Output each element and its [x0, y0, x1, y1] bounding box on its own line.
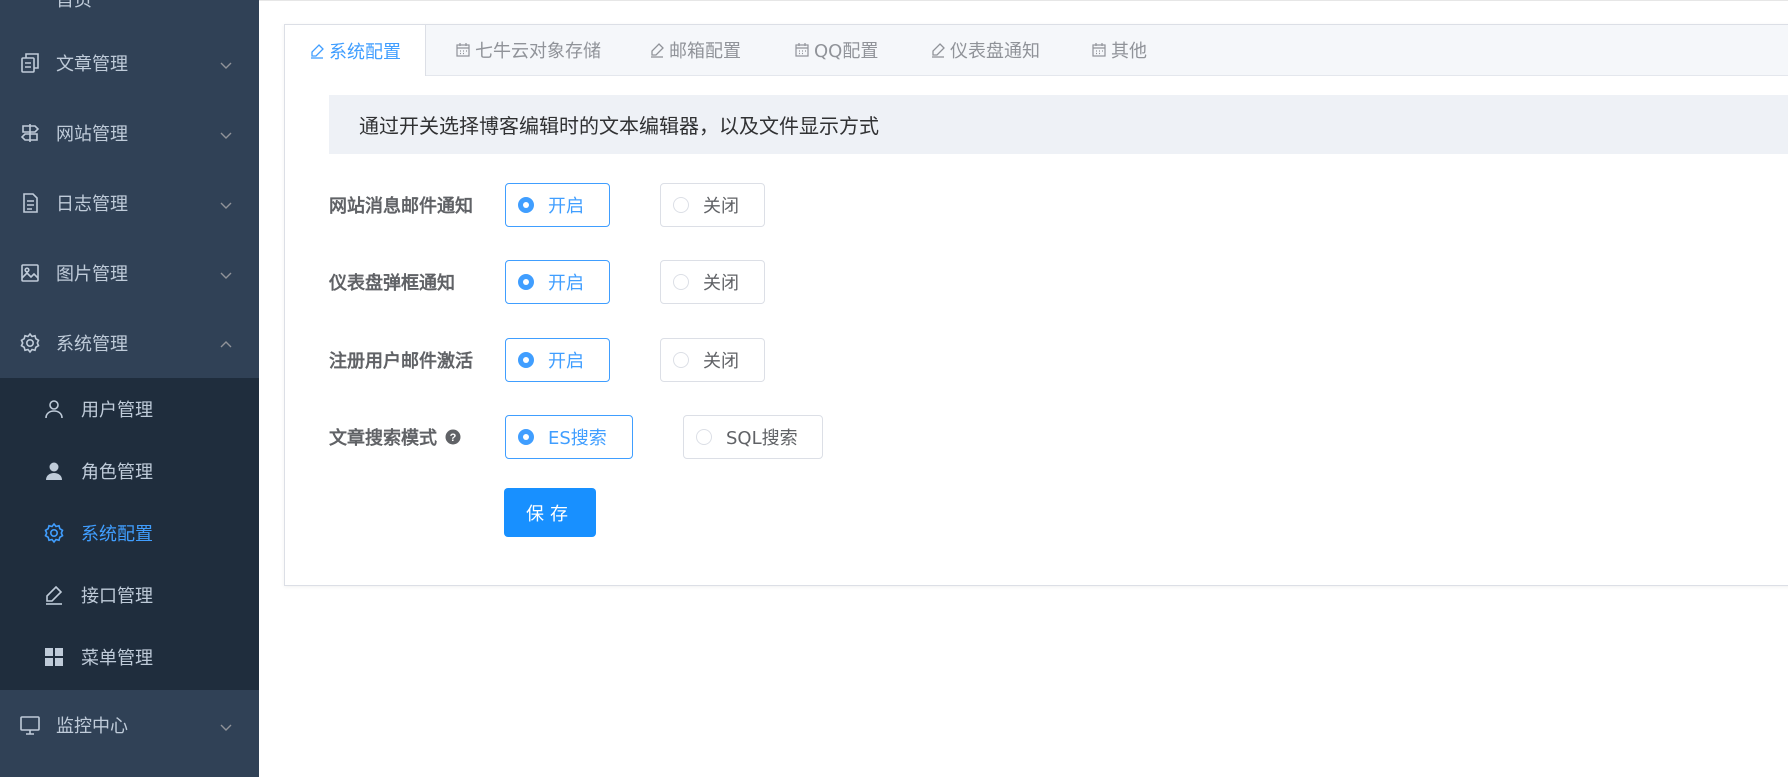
- edit-icon: [930, 42, 946, 58]
- radio-dot: [518, 197, 534, 213]
- gear-icon: [18, 331, 42, 355]
- tab-label: 七牛云对象存储: [475, 41, 601, 62]
- chevron-down-icon: [219, 718, 233, 732]
- sidebar-item-label: 网站管理: [56, 124, 128, 145]
- sidebar-item-users[interactable]: 用户管理: [0, 378, 259, 440]
- info-notice: 通过开关选择博客编辑时的文本编辑器，以及文件显示方式: [329, 95, 1788, 154]
- tab-dashboard-notice[interactable]: 仪表盘通知: [930, 25, 1040, 75]
- radio-register-activation-off[interactable]: 关闭: [660, 338, 765, 382]
- chevron-down-icon: [219, 196, 233, 210]
- calendar-icon: [794, 42, 810, 58]
- form-label: 网站消息邮件通知: [329, 196, 473, 217]
- sidebar-item-articles[interactable]: 文章管理: [0, 28, 259, 98]
- tab-label: 邮箱配置: [669, 41, 741, 62]
- sidebar-item-label: 菜单管理: [81, 648, 153, 669]
- system-submenu: 用户管理 角色管理 系统配置 接口管理 菜单管理: [0, 378, 259, 690]
- form-label-text: 文章搜索模式: [329, 428, 437, 449]
- radio-dot: [518, 352, 534, 368]
- log-icon: [18, 191, 42, 215]
- sidebar-item-label: 用户管理: [81, 400, 153, 421]
- tab-other[interactable]: 其他: [1091, 25, 1147, 75]
- radio-site-email-on[interactable]: 开启: [505, 183, 610, 227]
- form-label: 注册用户邮件激活: [329, 351, 473, 372]
- monitor-icon: [18, 713, 42, 737]
- sidebar-item-label: 文章管理: [56, 54, 128, 75]
- radio-dashboard-popup-on[interactable]: 开启: [505, 260, 610, 304]
- radio-dot: [518, 429, 534, 445]
- form-row-dashboard-popup: 仪表盘弹框通知 开启 关闭: [329, 259, 1229, 305]
- edit-icon: [42, 583, 66, 607]
- form-row-search-mode: 文章搜索模式 ? ES搜索 SQL搜索: [329, 414, 1229, 460]
- sidebar-item-website[interactable]: 网站管理: [0, 98, 259, 168]
- radio-search-es[interactable]: ES搜索: [505, 415, 633, 459]
- radio-label: 开启: [548, 273, 584, 294]
- chevron-down-icon: [219, 56, 233, 70]
- sidebar-item-logs[interactable]: 日志管理: [0, 168, 259, 238]
- sidebar-item-menus[interactable]: 菜单管理: [0, 626, 259, 688]
- edit-icon: [309, 43, 325, 59]
- sidebar: 首页 文章管理 网站管理 日志管理 图片管理 系统管理 用户管理 角色管理 系统…: [0, 0, 259, 777]
- calendar-icon: [455, 42, 471, 58]
- question-circle-icon[interactable]: ?: [445, 429, 461, 445]
- radio-label: 关闭: [703, 196, 739, 217]
- sidebar-item-pictures[interactable]: 图片管理: [0, 238, 259, 308]
- edit-icon: [649, 42, 665, 58]
- sidebar-item-label: 接口管理: [81, 586, 153, 607]
- radio-label: 关闭: [703, 273, 739, 294]
- radio-label: 开启: [548, 196, 584, 217]
- calendar-icon: [1091, 42, 1107, 58]
- sidebar-item-label: 图片管理: [56, 264, 128, 285]
- form-label: 文章搜索模式 ?: [329, 424, 461, 450]
- radio-label: 关闭: [703, 351, 739, 372]
- signpost-icon: [18, 121, 42, 145]
- chevron-down-icon: [219, 126, 233, 140]
- radio-dot: [673, 352, 689, 368]
- form-row-register-activation: 注册用户邮件激活 开启 关闭: [329, 337, 1229, 383]
- sidebar-item-label: 系统管理: [56, 334, 128, 355]
- sidebar-item-roles[interactable]: 角色管理: [0, 440, 259, 502]
- sidebar-item-monitor[interactable]: 监控中心: [0, 690, 259, 760]
- sidebar-item-system[interactable]: 系统管理: [0, 308, 259, 378]
- tab-qq-config[interactable]: QQ配置: [794, 25, 878, 75]
- radio-label: 开启: [548, 351, 584, 372]
- header-divider: [259, 0, 1788, 1]
- sidebar-item-label: 系统配置: [81, 524, 153, 545]
- svg-text:?: ?: [450, 432, 457, 444]
- sidebar-item-label: 角色管理: [81, 462, 153, 483]
- radio-label: ES搜索: [548, 428, 607, 449]
- form-row-site-email: 网站消息邮件通知 开启 关闭: [329, 182, 1229, 228]
- tab-bar: 系统配置 七牛云对象存储 邮箱配置 QQ配置 仪表盘通知 其他: [285, 25, 1788, 76]
- chevron-down-icon: [219, 266, 233, 280]
- tab-label: 系统配置: [329, 41, 401, 63]
- radio-dot: [673, 197, 689, 213]
- tab-label: QQ配置: [814, 41, 879, 62]
- document-copy-icon: [18, 51, 42, 75]
- radio-site-email-off[interactable]: 关闭: [660, 183, 765, 227]
- user-outline-icon: [42, 397, 66, 421]
- picture-icon: [18, 261, 42, 285]
- sidebar-item-label: 监控中心: [56, 716, 128, 737]
- chevron-up-icon: [219, 336, 233, 350]
- sidebar-item-label: 日志管理: [56, 194, 128, 215]
- sidebar-item-home[interactable]: 首页: [56, 0, 92, 12]
- tab-label: 仪表盘通知: [950, 41, 1040, 62]
- tab-email-config[interactable]: 邮箱配置: [649, 25, 741, 75]
- radio-label: SQL搜索: [726, 428, 798, 449]
- radio-search-sql[interactable]: SQL搜索: [683, 415, 823, 459]
- radio-dot: [673, 274, 689, 290]
- radio-dashboard-popup-off[interactable]: 关闭: [660, 260, 765, 304]
- sidebar-item-api[interactable]: 接口管理: [0, 564, 259, 626]
- sidebar-item-system-config[interactable]: 系统配置: [0, 502, 259, 564]
- user-solid-icon: [42, 459, 66, 483]
- radio-dot: [518, 274, 534, 290]
- form-label: 仪表盘弹框通知: [329, 273, 455, 294]
- radio-register-activation-on[interactable]: 开启: [505, 338, 610, 382]
- tab-qiniu-storage[interactable]: 七牛云对象存储: [455, 25, 601, 75]
- gear-icon: [42, 521, 66, 545]
- grid-icon: [42, 645, 66, 669]
- radio-dot: [696, 429, 712, 445]
- tab-system-config[interactable]: 系统配置: [285, 25, 426, 76]
- tab-label: 其他: [1111, 41, 1147, 62]
- save-button[interactable]: 保存: [504, 488, 596, 537]
